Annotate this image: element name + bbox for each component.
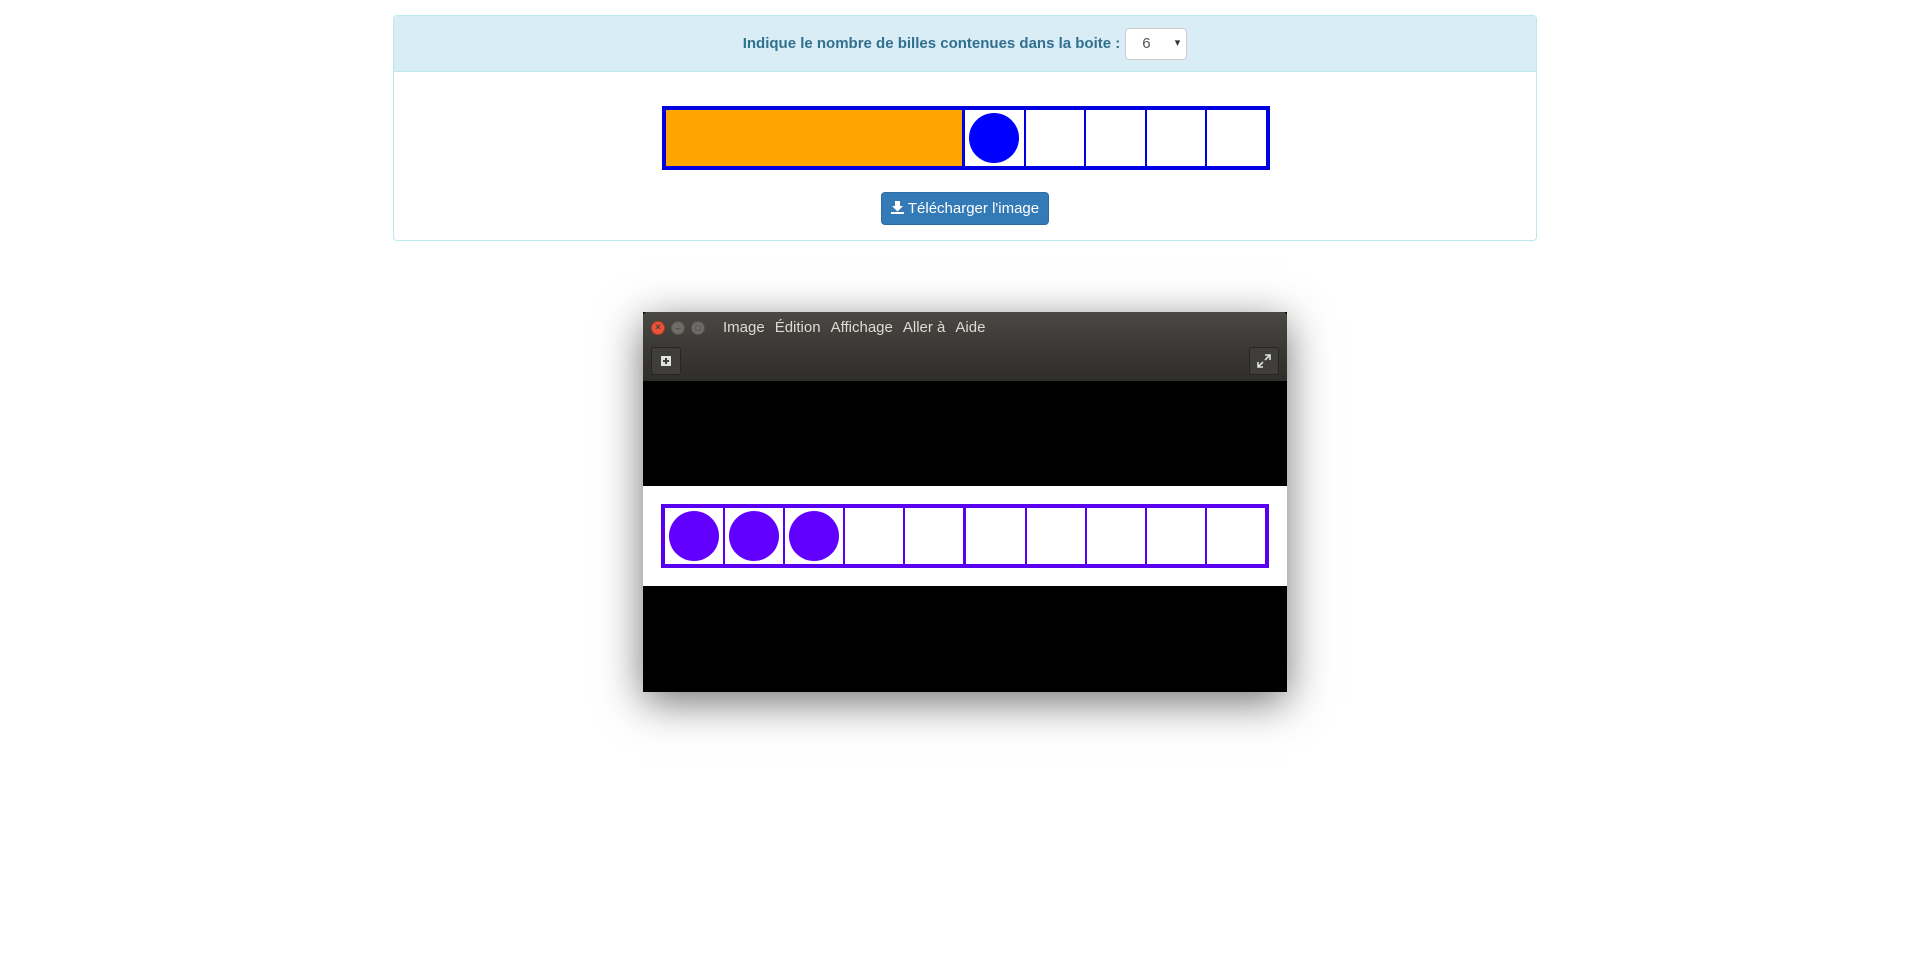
- image-marble-box: [661, 504, 1269, 568]
- fullscreen-icon[interactable]: [1249, 347, 1279, 375]
- box-cell: [1086, 110, 1147, 166]
- box-cell: [1026, 110, 1087, 166]
- box-cell: [665, 508, 726, 564]
- box-cell: [965, 110, 1026, 166]
- download-image-button[interactable]: Télécharger l'image: [881, 192, 1049, 225]
- menu-view[interactable]: Affichage: [831, 319, 893, 336]
- marble-count-select[interactable]: 6 ▾: [1125, 27, 1188, 60]
- box-cell: [845, 508, 906, 564]
- minimize-icon[interactable]: –: [671, 320, 685, 335]
- window-titlebar[interactable]: ✕ – □ Image Édition Affichage Aller à Ai…: [643, 312, 1287, 343]
- select-value: 6: [1142, 35, 1151, 52]
- menu-edit[interactable]: Édition: [775, 319, 821, 336]
- box-cell: [966, 508, 1027, 564]
- box-cell: [1147, 110, 1208, 166]
- gallery-icon[interactable]: [651, 347, 681, 375]
- box-cell: [785, 508, 846, 564]
- image-viewer-window: ✕ – □ Image Édition Affichage Aller à Ai…: [643, 312, 1287, 692]
- hidden-cells-block: [666, 110, 965, 166]
- panel-heading: Indique le nombre de billes contenues da…: [394, 16, 1536, 72]
- maximize-icon[interactable]: □: [691, 320, 705, 335]
- viewer-toolbar: [643, 343, 1287, 381]
- chevron-down-icon: ▾: [1174, 36, 1181, 49]
- close-icon[interactable]: ✕: [651, 320, 665, 335]
- download-icon: [890, 200, 904, 217]
- image-canvas: [643, 381, 1287, 692]
- box-cell: [725, 508, 786, 564]
- marble: [669, 511, 720, 561]
- question-label: Indique le nombre de billes contenues da…: [742, 35, 1121, 52]
- exercise-panel: Indique le nombre de billes contenues da…: [393, 15, 1537, 241]
- menu-bar: Image Édition Affichage Aller à Aide: [723, 319, 995, 336]
- box-cell: [1207, 110, 1266, 166]
- marble: [789, 511, 840, 561]
- box-cell: [1147, 508, 1207, 564]
- menu-image[interactable]: Image: [723, 319, 765, 336]
- displayed-image: [643, 486, 1287, 586]
- box-cell: [1027, 508, 1087, 564]
- download-label: Télécharger l'image: [907, 200, 1040, 217]
- box-cell: [905, 508, 967, 564]
- marble: [969, 113, 1020, 163]
- box-cell: [1087, 508, 1147, 564]
- marble: [729, 511, 780, 561]
- menu-help[interactable]: Aide: [955, 319, 985, 336]
- menu-go[interactable]: Aller à: [903, 319, 946, 336]
- box-cell: [1207, 508, 1265, 564]
- marble-box: [662, 106, 1270, 170]
